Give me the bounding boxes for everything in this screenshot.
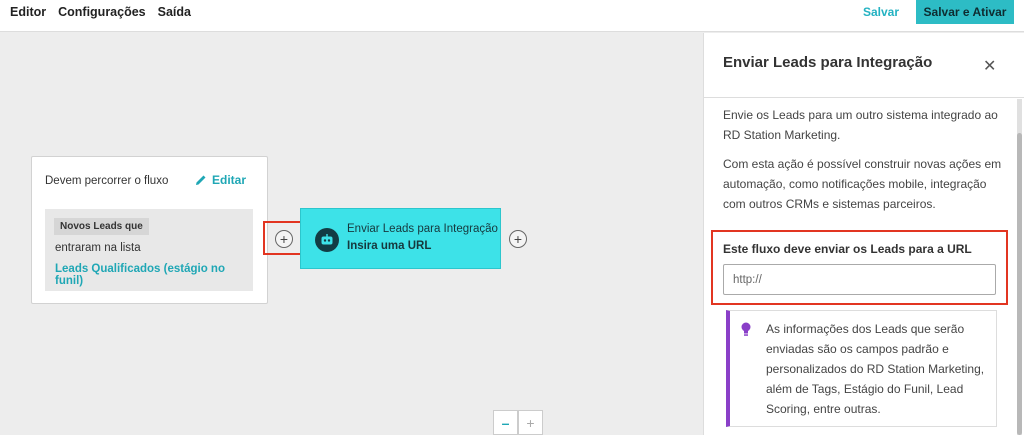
highlight-box-add-step (263, 221, 305, 255)
robot-icon (315, 228, 339, 252)
edit-button-label: Editar (212, 173, 247, 187)
main-menu: Editor Configurações Saída (10, 5, 191, 19)
start-node-title: Devem percorrer o fluxo (45, 175, 169, 187)
top-bar: Editor Configurações Saída Salvar Salvar… (0, 0, 1024, 32)
panel-header: Enviar Leads para Integração ✕ (704, 33, 1024, 98)
save-and-activate-button[interactable]: Salvar e Ativar (916, 0, 1014, 24)
close-icon[interactable]: ✕ (983, 56, 996, 76)
info-callout: As informações dos Leads que serão envia… (726, 310, 997, 427)
condition-badge: Novos Leads que (54, 218, 149, 235)
edit-button[interactable]: Editar (195, 173, 246, 187)
panel-title: Enviar Leads para Integração (723, 54, 933, 71)
save-button[interactable]: Salvar (863, 5, 899, 19)
lightbulb-icon (741, 322, 751, 336)
panel-description-2: Com esta ação é possível construir novas… (723, 157, 1002, 211)
menu-item-settings[interactable]: Configurações (58, 5, 146, 19)
plus-icon: + (513, 231, 523, 247)
zoom-in-button[interactable]: + (518, 410, 543, 435)
action-node-subtitle: Insira uma URL (347, 240, 432, 252)
add-step-button-2[interactable]: + (509, 230, 527, 248)
menu-item-editor[interactable]: Editor (10, 5, 46, 19)
info-text: As informações dos Leads que serão envia… (766, 322, 985, 416)
action-node-card[interactable]: Enviar Leads para Integração Insira uma … (300, 208, 501, 269)
pencil-icon (196, 175, 206, 185)
panel-scrollbar-thumb[interactable] (1017, 133, 1022, 435)
condition-text: entraram na lista (55, 242, 141, 254)
menu-item-exit[interactable]: Saída (158, 5, 191, 19)
highlight-box-url (711, 230, 1008, 305)
start-node-card[interactable]: Devem percorrer o fluxo Editar Novos Lea… (31, 156, 268, 304)
list-link[interactable]: Leads Qualificados (estágio no funil) (55, 263, 253, 287)
action-node-title: Enviar Leads para Integração (347, 223, 498, 235)
zoom-out-button[interactable]: – (493, 410, 518, 435)
start-condition-box: Novos Leads que entraram na lista Leads … (45, 209, 253, 291)
zoom-controls: – + (493, 410, 543, 435)
panel-description-1: Envie os Leads para um outro sistema int… (723, 108, 998, 142)
